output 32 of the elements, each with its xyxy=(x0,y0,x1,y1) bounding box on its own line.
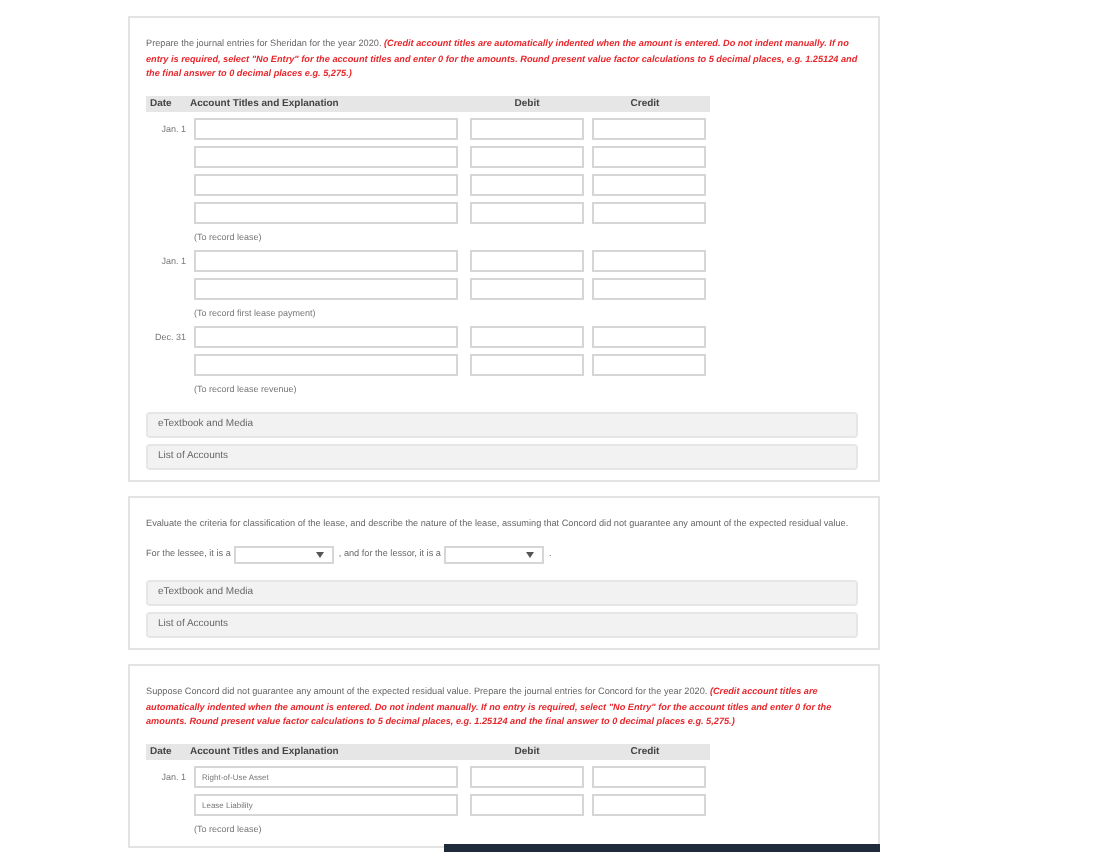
account-field[interactable] xyxy=(194,117,458,139)
credit-field[interactable] xyxy=(592,277,706,299)
debit-field[interactable] xyxy=(470,145,584,167)
debit-field[interactable] xyxy=(470,325,584,347)
credit-field[interactable] xyxy=(592,173,706,195)
account-field[interactable] xyxy=(194,249,458,271)
account-field[interactable] xyxy=(194,353,458,375)
debit-field[interactable] xyxy=(470,117,584,139)
credit-field[interactable] xyxy=(592,201,706,223)
credit-field[interactable] xyxy=(592,353,706,375)
credit-field[interactable] xyxy=(592,793,706,815)
account-field[interactable] xyxy=(194,325,458,347)
debit-field[interactable] xyxy=(470,353,584,375)
account-field[interactable] xyxy=(194,173,458,195)
credit-field[interactable] xyxy=(592,249,706,271)
credit-field[interactable] xyxy=(592,325,706,347)
dropdown[interactable] xyxy=(234,546,335,564)
debit-field[interactable] xyxy=(470,249,584,271)
dropdown[interactable] xyxy=(444,546,545,564)
debit-field[interactable] xyxy=(470,277,584,299)
account-field[interactable] xyxy=(194,201,458,223)
account-field[interactable] xyxy=(194,145,458,167)
debit-field[interactable] xyxy=(470,793,584,815)
debit-field[interactable] xyxy=(470,201,584,223)
credit-field[interactable] xyxy=(592,117,706,139)
debit-field[interactable] xyxy=(470,765,584,787)
credit-field[interactable] xyxy=(592,765,706,787)
account-field[interactable] xyxy=(194,277,458,299)
caret-icon xyxy=(526,552,535,558)
caret-icon xyxy=(316,552,325,558)
debit-field[interactable] xyxy=(470,173,584,195)
credit-field[interactable] xyxy=(592,145,706,167)
